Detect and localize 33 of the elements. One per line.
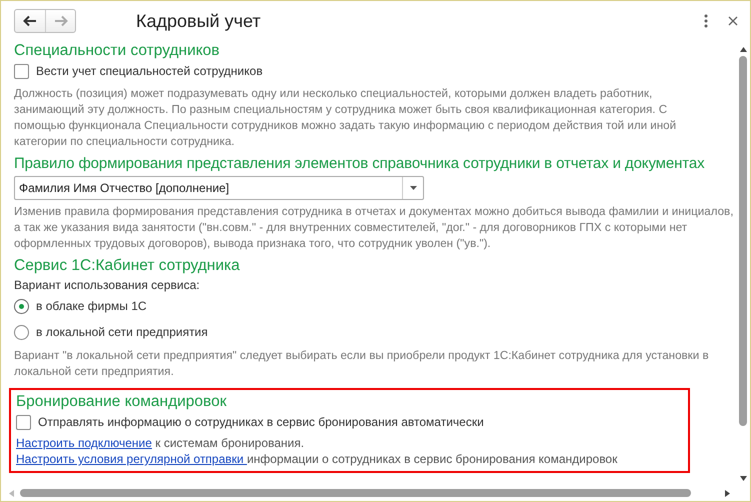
- description-text: Изменив правила формирования представления сотрудника в отчетах и документах можно добиться вывода фамилии и инициалов, а так же указания вида занятости ("вн.совм." - для внутренних совместителей, "дог." - для договорников ГПХ с которыми нет оформленных трудовых договоров), вывода признака того, что сотрудник уволен ("ув.").: [14, 204, 734, 252]
- section-heading: Правило формирования представления элементов справочника сотрудники в отчетах и документах: [14, 154, 706, 173]
- checkbox[interactable]: [16, 414, 31, 430]
- field-label: Вариант использования сервиса:: [14, 278, 201, 292]
- radio-label: в локальной сети предприятия: [36, 325, 208, 339]
- checkbox-label: Отправлять информацию о сотрудниках в сервис бронирования автоматически: [38, 415, 484, 429]
- right-arrow-icon: [54, 15, 68, 27]
- description-text: Должность (позиция) может подразумевать одну или несколько специальностей, которыми должен владеть работник, занимающий эту должность. По разным специальностям у сотрудника может быть своя квалификационная категория. С помощью функционала Специальности сотрудников можно задать такую информацию с периодом действия той или иной категории по специальности сотрудника.: [14, 86, 678, 150]
- checkbox[interactable]: [14, 64, 29, 78]
- radio-label: в облаке фирмы 1С: [36, 299, 147, 313]
- settings-link[interactable]: Настроить подключение: [16, 436, 152, 450]
- scroll-down-icon[interactable]: [740, 476, 746, 481]
- link-description: информации о сотрудниках в сервис бронирования командировок: [246, 452, 618, 466]
- section-heading: Специальности сотрудников: [14, 41, 221, 60]
- more-icon[interactable]: [704, 14, 708, 28]
- window-title: Кадровый учет: [136, 10, 262, 32]
- settings-link[interactable]: Настроить условия регулярной отправки: [16, 452, 247, 466]
- scroll-up-icon[interactable]: [740, 47, 746, 52]
- section-heading: Сервис 1С:Кабинет сотрудника: [14, 256, 241, 275]
- scroll-left-icon[interactable]: [9, 490, 14, 496]
- radio-button[interactable]: [14, 298, 29, 314]
- radio-button[interactable]: [14, 324, 29, 340]
- scrollbar-thumb[interactable]: [739, 56, 747, 426]
- scroll-right-icon[interactable]: [725, 490, 730, 496]
- link-description: к системам бронирования.: [154, 436, 304, 450]
- scrollbar-thumb[interactable]: [20, 489, 692, 497]
- section-heading: Бронирование командировок: [16, 392, 228, 411]
- dropdown-caret-icon: [410, 186, 416, 190]
- format-dropdown[interactable]: Фамилия Имя Отчество [дополнение]: [14, 176, 424, 200]
- left-arrow-icon: [23, 15, 37, 27]
- checkbox-label: Вести учет специальностей сотрудников: [36, 64, 263, 78]
- description-text: Вариант "в локальной сети предприятия" следует выбирать если вы приобрели продукт 1С:Кабинет сотрудника для установки в локальной сети предприятия.: [14, 348, 710, 380]
- close-icon[interactable]: [728, 16, 738, 26]
